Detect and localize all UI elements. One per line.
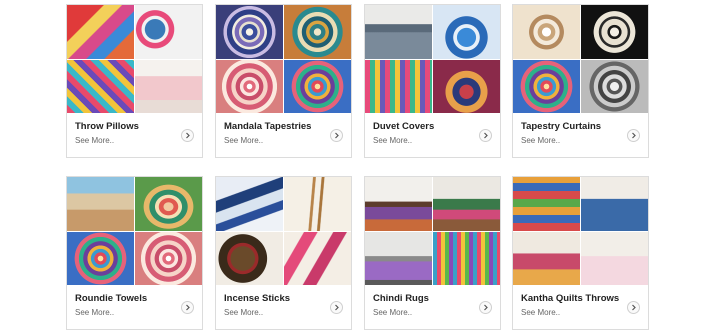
product-thumbnail xyxy=(433,231,500,285)
product-thumbnail xyxy=(513,5,580,59)
chevron-right-icon[interactable] xyxy=(479,301,492,314)
product-image-grid[interactable] xyxy=(216,5,351,113)
product-thumbnail xyxy=(284,5,351,59)
product-thumbnail xyxy=(135,5,202,59)
category-title[interactable]: Throw Pillows xyxy=(75,121,139,132)
chevron-right-icon[interactable] xyxy=(330,129,343,142)
category-title[interactable]: Duvet Covers xyxy=(373,121,434,132)
see-more-link[interactable]: See More.. xyxy=(373,136,412,145)
product-thumbnail xyxy=(365,177,432,231)
chevron-right-icon[interactable] xyxy=(627,301,640,314)
product-thumbnail xyxy=(513,59,580,113)
product-thumbnail xyxy=(581,231,648,285)
category-card-throw-pillows[interactable]: Throw Pillows See More.. xyxy=(66,4,203,158)
chevron-right-icon[interactable] xyxy=(181,301,194,314)
product-image-grid[interactable] xyxy=(216,177,351,285)
product-thumbnail xyxy=(433,59,500,113)
product-image-grid[interactable] xyxy=(365,177,500,285)
product-thumbnail xyxy=(433,177,500,231)
category-title[interactable]: Roundie Towels xyxy=(75,293,147,304)
category-title[interactable]: Kantha Quilts Throws xyxy=(521,293,619,304)
category-card-roundie-towels[interactable]: Roundie Towels See More.. xyxy=(66,176,203,330)
product-thumbnail xyxy=(284,177,351,231)
product-thumbnail xyxy=(581,5,648,59)
product-thumbnail xyxy=(284,59,351,113)
product-thumbnail xyxy=(365,231,432,285)
product-thumbnail xyxy=(216,5,283,59)
product-thumbnail xyxy=(135,231,202,285)
see-more-link[interactable]: See More.. xyxy=(75,308,114,317)
category-card-incense-sticks[interactable]: Incense Sticks See More.. xyxy=(215,176,352,330)
category-card-chindi-rugs[interactable]: Chindi Rugs See More.. xyxy=(364,176,501,330)
see-more-link[interactable]: See More.. xyxy=(373,308,412,317)
category-card-mandala-tapestries[interactable]: Mandala Tapestries See More.. xyxy=(215,4,352,158)
product-thumbnail xyxy=(284,231,351,285)
product-thumbnail xyxy=(581,59,648,113)
product-image-grid[interactable] xyxy=(67,177,202,285)
product-thumbnail xyxy=(365,5,432,59)
see-more-link[interactable]: See More.. xyxy=(521,308,560,317)
product-thumbnail xyxy=(67,5,134,59)
category-title[interactable]: Chindi Rugs xyxy=(373,293,429,304)
chevron-right-icon[interactable] xyxy=(181,129,194,142)
category-card-tapestry-curtains[interactable]: Tapestry Curtains See More.. xyxy=(512,4,649,158)
see-more-link[interactable]: See More.. xyxy=(75,136,114,145)
product-thumbnail xyxy=(216,59,283,113)
category-card-kantha-quilts-throws[interactable]: Kantha Quilts Throws See More.. xyxy=(512,176,649,330)
product-image-grid[interactable] xyxy=(365,5,500,113)
product-thumbnail xyxy=(513,177,580,231)
product-image-grid[interactable] xyxy=(513,177,648,285)
product-thumbnail xyxy=(135,177,202,231)
category-title[interactable]: Tapestry Curtains xyxy=(521,121,601,132)
category-title[interactable]: Mandala Tapestries xyxy=(224,121,311,132)
product-thumbnail xyxy=(67,177,134,231)
category-card-duvet-covers[interactable]: Duvet Covers See More.. xyxy=(364,4,501,158)
see-more-link[interactable]: See More.. xyxy=(224,136,263,145)
chevron-right-icon[interactable] xyxy=(479,129,492,142)
product-thumbnail xyxy=(513,231,580,285)
product-thumbnail xyxy=(365,59,432,113)
product-image-grid[interactable] xyxy=(513,5,648,113)
product-thumbnail xyxy=(433,5,500,59)
category-title[interactable]: Incense Sticks xyxy=(224,293,290,304)
product-image-grid[interactable] xyxy=(67,5,202,113)
chevron-right-icon[interactable] xyxy=(330,301,343,314)
product-thumbnail xyxy=(216,177,283,231)
chevron-right-icon[interactable] xyxy=(627,129,640,142)
product-thumbnail xyxy=(581,177,648,231)
product-thumbnail xyxy=(67,231,134,285)
see-more-link[interactable]: See More.. xyxy=(224,308,263,317)
product-thumbnail xyxy=(216,231,283,285)
see-more-link[interactable]: See More.. xyxy=(521,136,560,145)
product-thumbnail xyxy=(67,59,134,113)
product-thumbnail xyxy=(135,59,202,113)
